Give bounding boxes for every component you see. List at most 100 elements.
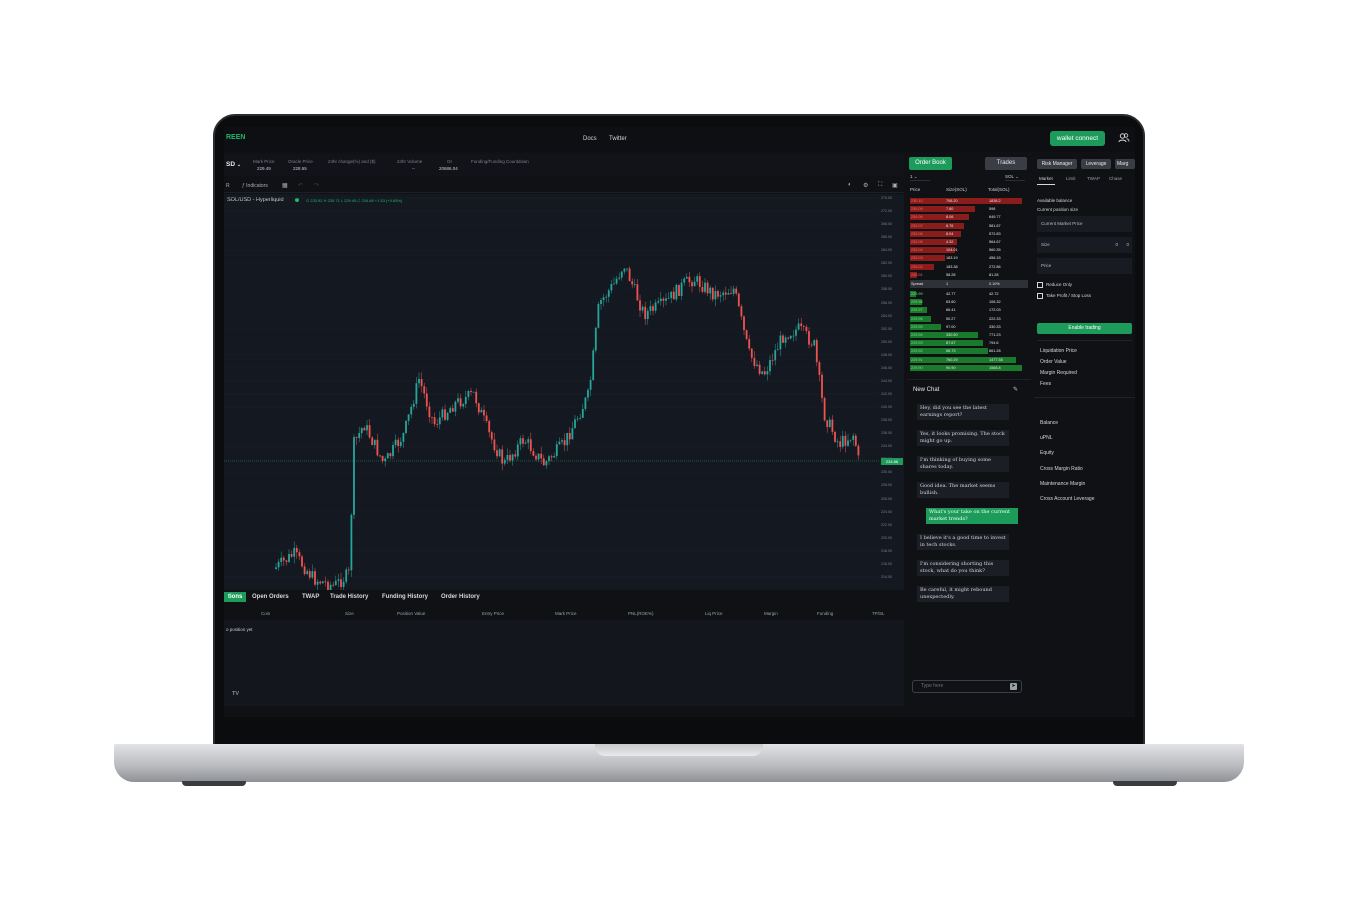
undo-icon[interactable]: ↶: [298, 182, 303, 189]
bid-row[interactable]: 229.95 97.00 330.33: [910, 323, 1028, 331]
ask-row[interactable]: 230.08 8.06 649.77: [910, 213, 1028, 221]
candle-body: [350, 514, 353, 571]
order-type-twap[interactable]: TWAP: [1087, 176, 1100, 181]
redo-icon[interactable]: ↷: [314, 182, 319, 189]
order-price: 229.90: [911, 365, 923, 370]
candle-body: [558, 441, 561, 445]
reduce-only-checkbox[interactable]: [1037, 282, 1043, 288]
candle-body: [743, 316, 745, 331]
candle-body: [459, 398, 462, 407]
fullscreen-icon[interactable]: ⛶: [878, 182, 882, 189]
price-chart[interactable]: SOL/USD - Hyperliquid O 233.92 H 235.71 …: [224, 194, 904, 590]
send-icon[interactable]: ➤: [1010, 683, 1017, 690]
tab-trades[interactable]: Trades: [985, 157, 1027, 170]
candle-body: [337, 579, 340, 581]
bid-row[interactable]: 229.92 66.73 861.28: [910, 347, 1028, 355]
ask-row[interactable]: 230.01 58.28 81.28: [910, 271, 1028, 279]
tab-open-orders[interactable]: Open Orders: [252, 594, 289, 600]
settings-gear-icon[interactable]: ⚙: [863, 182, 868, 189]
docs-link[interactable]: Docs: [583, 136, 597, 142]
tab-twap[interactable]: TWAP: [302, 594, 319, 600]
candle-body: [800, 323, 803, 327]
order-price: 229.91: [911, 357, 923, 362]
candle-body: [818, 362, 821, 375]
tab-margin[interactable]: Marg: [1115, 159, 1135, 169]
tab-leverage[interactable]: Leverage: [1081, 159, 1111, 169]
enable-trading-button[interactable]: Enable trading: [1037, 323, 1132, 334]
tab-order-history[interactable]: Order History: [441, 594, 480, 600]
ask-row[interactable]: 230.07 8.76 581.67: [910, 222, 1028, 230]
layout-grid-icon[interactable]: ▦: [282, 182, 288, 189]
twitter-link[interactable]: Twitter: [609, 136, 627, 142]
indicators-button[interactable]: ƒ Indicators: [242, 183, 268, 189]
ask-row[interactable]: 230.02 183.38 272.86: [910, 263, 1028, 271]
tab-funding-history[interactable]: Funding History: [382, 594, 428, 600]
order-type-market[interactable]: Market: [1039, 176, 1053, 181]
tp-sl-checkbox[interactable]: [1037, 293, 1043, 299]
candle-body: [282, 557, 285, 561]
compare-icon[interactable]: ◐: [848, 182, 852, 188]
ask-row[interactable]: 230.06 8.04 572.83: [910, 230, 1028, 238]
order-type-limit[interactable]: Limit: [1066, 176, 1076, 181]
screenshot-camera-icon[interactable]: ▣: [892, 182, 898, 189]
tab-order-book[interactable]: Order Book: [909, 157, 952, 170]
candle-body: [600, 300, 602, 304]
bid-row[interactable]: 229.91 760.29 1477.58: [910, 356, 1028, 364]
price-tick-label: 258.00: [881, 287, 892, 292]
candle-body: [527, 439, 530, 443]
col-coin: Coin: [261, 611, 271, 616]
bid-row[interactable]: 229.90 90.90 1568.8: [910, 364, 1028, 372]
candle-body: [555, 444, 558, 457]
bid-row[interactable]: 229.99 42.77 42.72: [910, 290, 1028, 298]
users-icon[interactable]: [1118, 132, 1130, 144]
bid-row[interactable]: 229.94 330.50 771.23: [910, 331, 1028, 339]
bid-row[interactable]: 229.96 50.27 222.33: [910, 315, 1028, 323]
order-price: 229.99: [911, 292, 923, 296]
new-chat-edit-icon[interactable]: ✎: [1013, 386, 1018, 393]
current-market-price-field[interactable]: Current Market Price: [1037, 216, 1132, 232]
price-tick-label: 240.00: [881, 405, 892, 410]
candle-body: [652, 306, 654, 311]
app-logo[interactable]: REEN: [226, 134, 245, 141]
order-total: 456.15: [989, 256, 1001, 261]
interval-selector[interactable]: R: [226, 183, 230, 189]
col-size-sol: Size(SOL): [946, 187, 967, 192]
order-total: 222.33: [989, 316, 1001, 321]
size-unit-selector[interactable]: 0: [1126, 242, 1129, 247]
unit-select[interactable]: SOL ⌄: [1005, 174, 1025, 181]
ask-row[interactable]: 230.05 4.32 564.67: [910, 238, 1028, 246]
symbol-selector[interactable]: SD ⌄: [226, 161, 241, 168]
wallet-connect-button[interactable]: wallet connect: [1050, 131, 1105, 146]
order-total: 330.33: [989, 324, 1001, 329]
ask-row[interactable]: 230.09 7.80 598: [910, 205, 1028, 213]
candle-body: [379, 455, 381, 457]
bid-row[interactable]: 229.93 87.67 794.6: [910, 339, 1028, 347]
size-input[interactable]: Size 0 0: [1037, 237, 1132, 253]
order-size: 90.90: [946, 365, 956, 370]
cross-account-leverage-label: Cross Account Leverage: [1040, 496, 1095, 502]
price-axis: 275.00 272.00 268.00 265.00 264.00 262.00 260.…: [879, 194, 904, 590]
bid-row[interactable]: 229.97 66.41 172.03: [910, 306, 1028, 314]
bid-row[interactable]: 229.98 63.60 106.32: [910, 298, 1028, 306]
spread-row: Spread 1 0.10%: [910, 280, 1028, 288]
tab-positions[interactable]: tions: [224, 592, 247, 602]
candle-body: [714, 291, 717, 300]
price-input[interactable]: Price: [1037, 258, 1132, 274]
ask-row[interactable]: 230.04 104.01 560.35: [910, 246, 1028, 254]
order-type-chase[interactable]: Chase: [1109, 176, 1122, 181]
order-size: 4.32: [946, 240, 954, 244]
chat-input[interactable]: Type here: [912, 680, 1022, 693]
ask-row[interactable]: 230.10 708.20 1838.2: [910, 197, 1028, 205]
candle-body: [639, 300, 641, 311]
order-total: 598: [989, 207, 996, 212]
candlestick-series: [224, 197, 879, 590]
ask-row[interactable]: 230.03 183.19 456.15: [910, 254, 1028, 262]
tab-risk-manager[interactable]: Risk Manager: [1037, 159, 1077, 169]
tab-trade-history[interactable]: Trade History: [330, 594, 368, 600]
candle-body: [815, 340, 818, 363]
liquidation-price-label: Liquidation Price: [1040, 348, 1077, 354]
grouping-select[interactable]: 1 ⌄: [910, 174, 930, 181]
price-tick-label: 214.00: [881, 574, 892, 579]
candle-body: [719, 295, 722, 297]
candle-body: [813, 340, 816, 346]
